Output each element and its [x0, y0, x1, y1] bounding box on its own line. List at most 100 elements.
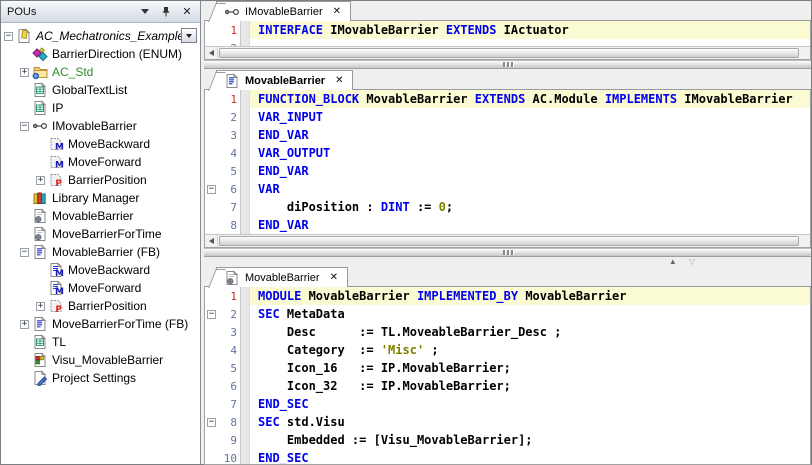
tree-item-moveforward[interactable]: MMoveForward: [1, 279, 200, 297]
tree-item-label: MovableBarrier: [52, 208, 133, 224]
scroll-left-arrow-icon[interactable]: [205, 47, 218, 59]
close-tab-icon[interactable]: ✕: [333, 6, 341, 17]
gutter-strip: [241, 39, 250, 46]
tree-item-barrierposition[interactable]: +PBarrierPosition: [1, 171, 200, 189]
code-area[interactable]: 1FUNCTION_BLOCK MovableBarrier EXTENDS A…: [205, 90, 810, 234]
tree-item-movablebarrier[interactable]: MovableBarrier: [1, 207, 200, 225]
tree-item-movablebarrier-fb[interactable]: −MovableBarrier (FB): [1, 243, 200, 261]
collapse-icon[interactable]: −: [4, 32, 13, 41]
line-number: 2: [218, 108, 241, 126]
tree-item-label: MoveBarrierForTime: [52, 226, 162, 242]
tree-item-tl[interactable]: TL: [1, 333, 200, 351]
code-line: 5 Icon_16 := IP.MovableBarrier;: [205, 359, 810, 377]
code-line: 5END_VAR: [205, 162, 810, 180]
fold-margin: [205, 90, 218, 108]
tree-item-ip[interactable]: IP: [1, 99, 200, 117]
tab-movablebarrier[interactable]: MovableBarrier ✕: [216, 267, 348, 287]
collapse-icon[interactable]: −: [207, 310, 216, 319]
expand-down-icon[interactable]: ▽: [689, 257, 695, 266]
scrollbar-thumb[interactable]: [219, 236, 799, 246]
line-number: 8: [218, 216, 241, 234]
pane-splitter[interactable]: [204, 60, 811, 69]
svg-text:P: P: [55, 305, 62, 314]
tab-label: MovableBarrier: [245, 272, 320, 284]
collapse-icon[interactable]: −: [20, 248, 29, 257]
tree-item-movebarrierfortime-fb[interactable]: +MoveBarrierForTime (FB): [1, 315, 200, 333]
tree-root-dropdown-button[interactable]: [181, 28, 197, 43]
splitter-arrows: ▲▽: [204, 257, 811, 266]
expand-icon[interactable]: +: [20, 68, 29, 77]
code-text: END_SEC: [250, 395, 810, 413]
tree-item-movebackward[interactable]: MMoveBackward: [1, 135, 200, 153]
settings-icon: [32, 370, 48, 386]
fold-margin: [205, 21, 218, 39]
code-area[interactable]: 1MODULE MovableBarrier IMPLEMENTED_BY Mo…: [205, 287, 810, 464]
textlist-icon: [32, 100, 48, 116]
tree-item-ac-std[interactable]: +AC_Std: [1, 63, 200, 81]
horizontal-scrollbar[interactable]: [205, 46, 810, 59]
tree-item-label: Project Settings: [52, 370, 136, 386]
code-area[interactable]: 1INTERFACE IMovableBarrier EXTENDS IActu…: [205, 21, 810, 46]
tree-item-label: IP: [52, 100, 63, 116]
module-icon: [224, 270, 240, 286]
code-text: SEC std.Visu: [250, 413, 810, 431]
code-line: 3END_VAR: [205, 126, 810, 144]
close-tab-icon[interactable]: ✕: [335, 75, 343, 86]
tree-item-barrierposition[interactable]: +PBarrierPosition: [1, 297, 200, 315]
code-editor: 1MODULE MovableBarrier IMPLEMENTED_BY Mo…: [204, 287, 811, 465]
scroll-left-arrow-icon[interactable]: [205, 235, 218, 247]
tree-item-globaltextlist[interactable]: GlobalTextList: [1, 81, 200, 99]
code-text: MODULE MovableBarrier IMPLEMENTED_BY Mov…: [250, 287, 810, 305]
panel-title: POUs: [7, 6, 131, 18]
code-line: 4VAR_OUTPUT: [205, 144, 810, 162]
gutter-strip: [241, 395, 250, 413]
tree-item-barrierdirection-enum[interactable]: BarrierDirection (ENUM): [1, 45, 200, 63]
expand-icon[interactable]: +: [36, 176, 45, 185]
close-tab-icon[interactable]: ✕: [330, 272, 338, 283]
line-number: 6: [218, 180, 241, 198]
collapse-up-icon[interactable]: ▲: [669, 257, 677, 266]
horizontal-scrollbar[interactable]: [205, 234, 810, 247]
tree-item-visu-movablebarrier[interactable]: Visu_MovableBarrier: [1, 351, 200, 369]
editor-tab-bar: MovableBarrier✕: [204, 69, 811, 90]
expand-icon[interactable]: +: [36, 302, 45, 311]
fold-margin: [205, 395, 218, 413]
tree-item-movebackward[interactable]: MMoveBackward: [1, 261, 200, 279]
code-text: FUNCTION_BLOCK MovableBarrier EXTENDS AC…: [250, 90, 810, 108]
tree-item-library-manager[interactable]: Library Manager: [1, 189, 200, 207]
fold-margin: −: [205, 305, 218, 323]
line-number: 4: [218, 144, 241, 162]
scrollbar-track[interactable]: [218, 235, 810, 247]
tree-item-project-settings[interactable]: Project Settings: [1, 369, 200, 387]
gutter-strip: [241, 198, 250, 216]
tree-item-movebarrierfortime[interactable]: MoveBarrierForTime: [1, 225, 200, 243]
code-line: 8END_VAR: [205, 216, 810, 234]
line-number: 10: [218, 449, 241, 464]
tree-item-imovablebarrier[interactable]: −IMovableBarrier: [1, 117, 200, 135]
tab-imovablebarrier[interactable]: IMovableBarrier✕: [216, 1, 351, 21]
code-text: VAR: [250, 180, 810, 198]
pane-splitter[interactable]: [204, 248, 811, 257]
svg-text:M: M: [55, 269, 64, 278]
collapse-icon[interactable]: −: [207, 418, 216, 427]
scrollbar-track[interactable]: [218, 47, 810, 59]
tree-item-ac-mechatronics-example[interactable]: −AC_Mechatronics_Example: [1, 27, 200, 45]
close-icon[interactable]: ✕: [180, 5, 194, 19]
tab-movablebarrier[interactable]: MovableBarrier✕: [216, 70, 353, 90]
chevron-down-icon[interactable]: [138, 5, 152, 19]
libmgr-icon: [32, 190, 48, 206]
collapse-icon[interactable]: −: [207, 185, 216, 194]
pin-icon[interactable]: [159, 5, 173, 19]
scrollbar-thumb[interactable]: [219, 48, 799, 58]
editor-pane: IMovableBarrier✕1INTERFACE IMovableBarri…: [204, 0, 811, 60]
method-icon: M: [48, 136, 64, 152]
methodfb-icon: M: [48, 280, 64, 296]
collapse-icon[interactable]: −: [20, 122, 29, 131]
expand-icon[interactable]: +: [20, 320, 29, 329]
fold-margin: [205, 341, 218, 359]
fold-margin: −: [205, 180, 218, 198]
tree-item-moveforward[interactable]: MMoveForward: [1, 153, 200, 171]
gutter-strip: [241, 162, 250, 180]
fold-margin: [205, 198, 218, 216]
module-icon: [32, 208, 48, 224]
